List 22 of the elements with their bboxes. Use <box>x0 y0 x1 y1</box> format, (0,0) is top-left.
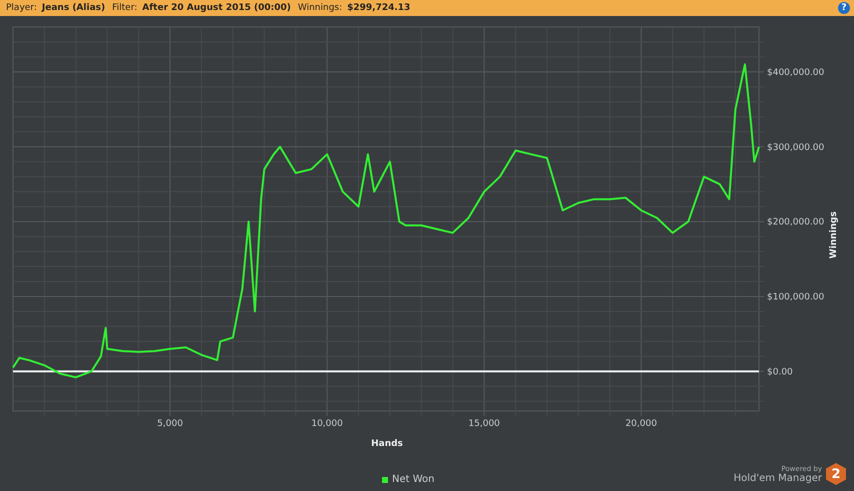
help-button[interactable]: ? <box>838 2 850 14</box>
brand-name: Hold'em Manager <box>734 472 822 484</box>
y-tick-label: $0.00 <box>767 367 793 378</box>
x-tick-label: 5,000 <box>157 419 183 429</box>
field-value: After 20 August 2015 (00:00) <box>142 3 291 13</box>
y-tick-label: $300,000.00 <box>767 142 824 153</box>
field-value: $299,724.13 <box>347 3 410 13</box>
field-label: Winnings: <box>298 3 342 13</box>
y-tick-label: $200,000.00 <box>767 218 824 228</box>
legend-swatch <box>382 476 388 482</box>
x-tick-label: 10,000 <box>311 419 343 429</box>
logo-badge: 2 <box>826 463 846 485</box>
field-label: Filter: <box>112 3 138 13</box>
x-axis-title: Hands <box>371 439 403 449</box>
y-axis-title: Winnings <box>829 211 839 259</box>
x-tick-label: 20,000 <box>625 419 657 429</box>
x-tick-label: 15,000 <box>468 419 500 429</box>
y-tick-label: $400,000.00 <box>767 68 824 78</box>
legend-label[interactable]: Net Won <box>392 474 434 485</box>
field-value: Jeans (Alias) <box>42 3 106 13</box>
field-label: Player: <box>6 3 37 13</box>
y-tick-label: $100,000.00 <box>767 292 824 302</box>
